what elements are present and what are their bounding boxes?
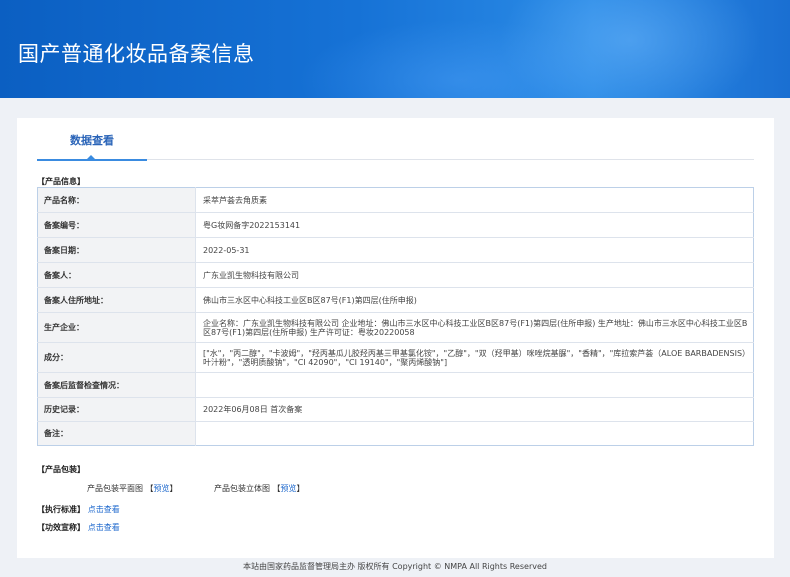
table-row: 历史记录： 2022年06月08日 首次备案: [37, 397, 754, 422]
field-value: 粤G妆网备字2022153141: [195, 212, 754, 238]
field-value: ["水"，"丙二醇"，"卡波姆"，"羟丙基瓜儿胶羟丙基三甲基氯化铵"，"乙醇"，…: [195, 342, 754, 373]
field-label: 备案人住所地址：: [37, 287, 196, 313]
table-row: 产品名称： 采萃芦荟去角质素: [37, 187, 754, 213]
field-label: 备案人：: [37, 262, 196, 288]
field-label: 历史记录：: [37, 397, 196, 422]
tab-data-view[interactable]: 数据查看: [37, 118, 147, 161]
bracket-open: 【: [272, 484, 281, 493]
field-value: 2022-05-31: [195, 237, 754, 263]
bracket-open: 【: [145, 484, 154, 493]
tab-label: 数据查看: [70, 134, 114, 147]
table-row: 备案人住所地址： 佛山市三水区中心科技工业区B区87号(F1)第四层(住所申报): [37, 287, 754, 313]
page-title: 国产普通化妆品备案信息: [18, 42, 255, 66]
field-label: 产品名称：: [37, 187, 196, 213]
efficacy-view-link[interactable]: 点击查看: [88, 523, 120, 532]
bracket-close: 】: [169, 484, 178, 493]
bracket-close: 】: [296, 484, 305, 493]
packaging-heading: 【产品包装】: [37, 465, 85, 474]
packaging-flat-item: 产品包装平面图 【预览】: [87, 483, 178, 494]
standard-label: 【执行标准】: [37, 505, 85, 514]
field-label: 生产企业：: [37, 312, 196, 343]
efficacy-label: 【功效宣称】: [37, 523, 85, 532]
field-value: [195, 372, 754, 398]
tab-bar: 数据查看: [37, 118, 754, 161]
packaging-solid-preview-link[interactable]: 预览: [281, 484, 297, 493]
field-value: 企业名称：广东业凯生物科技有限公司 企业地址：佛山市三水区中心科技工业区B区87…: [195, 312, 754, 343]
caret-up-icon: [87, 155, 95, 159]
field-value: 佛山市三水区中心科技工业区B区87号(F1)第四层(住所申报): [195, 287, 754, 313]
field-value: 2022年06月08日 首次备案: [195, 397, 754, 422]
standard-row: 【执行标准】 点击查看: [37, 504, 120, 515]
table-row: 备案人： 广东业凯生物科技有限公司: [37, 262, 754, 288]
table-row: 备案编号： 粤G妆网备字2022153141: [37, 212, 754, 238]
packaging-flat-label: 产品包装平面图: [87, 484, 143, 493]
field-value: [196, 422, 754, 446]
field-label: 成分：: [37, 342, 196, 373]
table-row: 备注：: [37, 421, 754, 446]
header-banner: 国产普通化妆品备案信息: [0, 0, 790, 98]
field-value: 广东业凯生物科技有限公司: [195, 262, 754, 288]
table-row: 成分： ["水"，"丙二醇"，"卡波姆"，"羟丙基瓜儿胶羟丙基三甲基氯化铵"，"乙…: [37, 342, 754, 373]
table-row: 备案后监督检查情况：: [37, 372, 754, 398]
tab-active-indicator: [37, 159, 147, 161]
packaging-solid-label: 产品包装立体图: [214, 484, 270, 493]
footer-copyright: 本站由国家药品监督管理局主办 版权所有 Copyright © NMPA All…: [243, 562, 547, 571]
efficacy-row: 【功效宣称】 点击查看: [37, 522, 120, 533]
field-label: 备案编号：: [37, 212, 196, 238]
table-row: 生产企业： 企业名称：广东业凯生物科技有限公司 企业地址：佛山市三水区中心科技工业…: [37, 312, 754, 343]
packaging-solid-item: 产品包装立体图 【预览】: [214, 483, 305, 494]
field-value: 采萃芦荟去角质素: [195, 187, 754, 213]
product-info-table: 产品名称： 采萃芦荟去角质素 备案编号： 粤G妆网备字2022153141 备案日期…: [37, 187, 754, 446]
field-label: 备案日期：: [37, 237, 196, 263]
table-row: 备案日期： 2022-05-31: [37, 237, 754, 263]
field-label: 备注：: [37, 421, 196, 446]
standard-view-link[interactable]: 点击查看: [88, 505, 120, 514]
packaging-flat-preview-link[interactable]: 预览: [154, 484, 170, 493]
content-card: 数据查看 【产品信息】 产品名称： 采萃芦荟去角质素 备案编号： 粤G妆网备字202…: [17, 118, 774, 558]
field-label: 备案后监督检查情况：: [37, 372, 196, 398]
product-info-heading: 【产品信息】: [37, 177, 85, 186]
